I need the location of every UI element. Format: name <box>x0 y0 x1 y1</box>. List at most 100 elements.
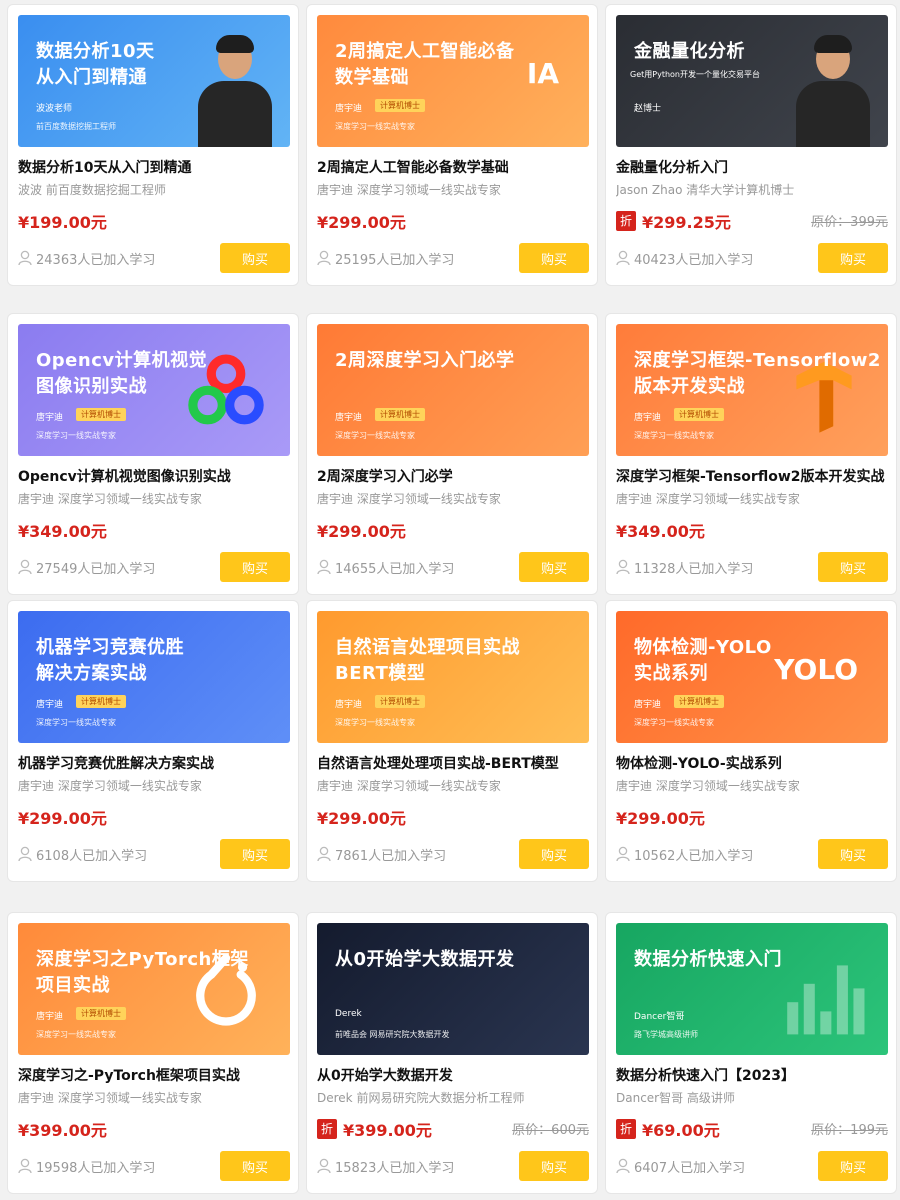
course-instructor: 唐宇迪 深度学习领域一线实战专家 <box>616 779 800 793</box>
buy-button[interactable]: 购买 <box>818 243 888 273</box>
course-price: ¥299.00元 <box>18 809 107 828</box>
thumbnail-title-line1: 2周搞定人工智能必备 <box>335 41 515 62</box>
course-title[interactable]: 2周深度学习入门必学 <box>317 466 589 486</box>
course-title[interactable]: Opencv计算机视觉图像识别实战 <box>18 466 290 486</box>
thumbnail-title-line1: 机器学习竞赛优胜 <box>36 637 184 658</box>
price-row: ¥349.00元 <box>18 518 290 541</box>
buy-button[interactable]: 购买 <box>220 243 290 273</box>
thumbnail-title-line1: 自然语言处理项目实战 <box>335 637 520 658</box>
course-title[interactable]: 机器学习竞赛优胜解决方案实战 <box>18 753 290 773</box>
learner-count: 6108人已加入学习 <box>36 849 148 864</box>
course-title[interactable]: 物体检测-YOLO-实战系列 <box>616 753 888 773</box>
course-card[interactable]: 自然语言处理项目实战 BERT模型 唐宇迪 计算机博士 深度学习一线实战专家 自然语言处理… <box>306 600 598 882</box>
thumbnail-title-line1: 物体检测-YOLO <box>634 637 772 658</box>
thumbnail-instructor-badge: 计算机博士 <box>76 695 126 708</box>
course-thumbnail[interactable]: 自然语言处理项目实战 BERT模型 唐宇迪 计算机博士 深度学习一线实战专家 <box>317 611 589 743</box>
buy-button[interactable]: 购买 <box>519 243 589 273</box>
course-thumbnail[interactable]: 2周深度学习入门必学 唐宇迪 计算机博士 深度学习一线实战专家 <box>317 324 589 456</box>
course-thumbnail[interactable]: 2周搞定人工智能必备 数学基础 唐宇迪 计算机博士 深度学习一线实战专家 IA <box>317 15 589 147</box>
course-title[interactable]: 深度学习框架-Tensorflow2版本开发实战 <box>616 466 888 486</box>
course-card[interactable]: 深度学习框架-Tensorflow2 版本开发实战 唐宇迪 计算机博士 深度学习一线实战… <box>605 313 897 595</box>
course-price: ¥399.00元 <box>343 1121 432 1140</box>
course-title[interactable]: 自然语言处理处理项目实战-BERT模型 <box>317 753 589 773</box>
thumbnail-instructor-desc: 前百度数据挖掘工程师 <box>36 122 116 131</box>
course-card[interactable]: 机器学习竞赛优胜 解决方案实战 唐宇迪 计算机博士 深度学习一线实战专家 机器学习竞赛优胜… <box>7 600 299 882</box>
thumbnail-instructor-badge: 计算机博士 <box>674 695 724 708</box>
thumbnail-instructor-badge: 计算机博士 <box>375 408 425 421</box>
buy-button[interactable]: 购买 <box>818 839 888 869</box>
course-card[interactable]: 物体检测-YOLO 实战系列 唐宇迪 计算机博士 深度学习一线实战专家 YOLO 物体检测-… <box>605 600 897 882</box>
learner-count: 25195人已加入学习 <box>335 253 455 268</box>
meta-row: 7861人已加入学习 购买 <box>317 839 589 869</box>
user-icon <box>317 559 331 575</box>
thumbnail-instructor-name: Derek <box>335 1009 362 1019</box>
learner-count: 27549人已加入学习 <box>36 562 156 577</box>
course-thumbnail[interactable]: 机器学习竞赛优胜 解决方案实战 唐宇迪 计算机博士 深度学习一线实战专家 <box>18 611 290 743</box>
course-price: ¥299.00元 <box>317 213 406 232</box>
course-card[interactable]: 深度学习之PyTorch框架 项目实战 唐宇迪 计算机博士 深度学习一线实战专家深度学习… <box>7 912 299 1194</box>
course-grid: 数据分析10天 从入门到精通 波波老师 前百度数据挖掘工程师数据分析10天从入门到精通… <box>0 0 900 1200</box>
course-thumbnail[interactable]: 数据分析10天 从入门到精通 波波老师 前百度数据挖掘工程师 <box>18 15 290 147</box>
course-title[interactable]: 深度学习之-PyTorch框架项目实战 <box>18 1065 290 1085</box>
meta-row: 15823人已加入学习 购买 <box>317 1151 589 1181</box>
price-row: ¥299.00元 <box>317 805 589 828</box>
buy-button[interactable]: 购买 <box>519 1151 589 1181</box>
thumbnail-title-line1: 深度学习框架-Tensorflow2 <box>634 350 881 371</box>
instructor-hair <box>216 35 254 53</box>
instructor-photo <box>792 29 872 147</box>
course-thumbnail[interactable]: 从0开始学大数据开发 Derek 前唯品会 网易研究院大数据开发 <box>317 923 589 1055</box>
discount-badge: 折 <box>616 1119 636 1139</box>
course-card[interactable]: Opencv计算机视觉 图像识别实战 唐宇迪 计算机博士 深度学习一线实战专家 Openc… <box>7 313 299 595</box>
course-title[interactable]: 金融量化分析入门 <box>616 157 888 177</box>
course-thumbnail[interactable]: Opencv计算机视觉 图像识别实战 唐宇迪 计算机博士 深度学习一线实战专家 <box>18 324 290 456</box>
meta-row: 6108人已加入学习 购买 <box>18 839 290 869</box>
course-title[interactable]: 从0开始学大数据开发 <box>317 1065 589 1085</box>
buy-button[interactable]: 购买 <box>519 552 589 582</box>
buy-button[interactable]: 购买 <box>519 839 589 869</box>
course-thumbnail[interactable]: 金融量化分析 Get用Python开发一个量化交易平台 赵博士 <box>616 15 888 147</box>
thumbnail-logo-text: IA <box>526 57 559 90</box>
course-thumbnail[interactable]: 深度学习框架-Tensorflow2 版本开发实战 唐宇迪 计算机博士 深度学习一线实战… <box>616 324 888 456</box>
course-instructor: 唐宇迪 深度学习领域一线实战专家 <box>18 1091 202 1105</box>
thumbnail-title-line1: 2周深度学习入门必学 <box>335 350 515 371</box>
course-title[interactable]: 数据分析10天从入门到精通 <box>18 157 290 177</box>
price-row: ¥299.00元 <box>317 209 589 232</box>
course-thumbnail[interactable]: 物体检测-YOLO 实战系列 唐宇迪 计算机博士 深度学习一线实战专家 YOLO <box>616 611 888 743</box>
course-card[interactable]: 2周深度学习入门必学 唐宇迪 计算机博士 深度学习一线实战专家 2周深度学习入门必学 唐宇… <box>306 313 598 595</box>
thumbnail-instructor-name: 唐宇迪 <box>36 700 64 710</box>
course-thumbnail[interactable]: 深度学习之PyTorch框架 项目实战 唐宇迪 计算机博士 深度学习一线实战专家 <box>18 923 290 1055</box>
learner-count: 10562人已加入学习 <box>634 849 754 864</box>
learner-count: 14655人已加入学习 <box>335 562 455 577</box>
thumbnail-title-line1: 金融量化分析 <box>634 41 745 62</box>
course-card[interactable]: 数据分析10天 从入门到精通 波波老师 前百度数据挖掘工程师数据分析10天从入门到精通… <box>7 4 299 286</box>
course-title[interactable]: 2周搞定人工智能必备数学基础 <box>317 157 589 177</box>
thumbnail-logo-text: YOLO <box>774 653 858 686</box>
buy-button[interactable]: 购买 <box>818 552 888 582</box>
course-thumbnail[interactable]: 数据分析快速入门 Dancer智哥 路飞学城高级讲师 <box>616 923 888 1055</box>
course-price: ¥349.00元 <box>18 522 107 541</box>
buy-button[interactable]: 购买 <box>220 839 290 869</box>
course-instructor: 唐宇迪 深度学习领域一线实战专家 <box>317 492 501 506</box>
buy-button[interactable]: 购买 <box>220 552 290 582</box>
user-icon <box>616 250 630 266</box>
course-card[interactable]: 从0开始学大数据开发 Derek 前唯品会 网易研究院大数据开发从0开始学大数据开发… <box>306 912 598 1194</box>
thumbnail-title-line2: 项目实战 <box>36 975 110 996</box>
thumbnail-title-line2: 数学基础 <box>335 67 409 88</box>
thumbnail-title-line2: BERT模型 <box>335 663 426 684</box>
original-price: 原价：600元 <box>512 1123 589 1138</box>
price-row: ¥349.00元 <box>616 518 888 541</box>
course-card[interactable]: 数据分析快速入门 Dancer智哥 路飞学城高级讲师数据分析快速入门【2023】 Da… <box>605 912 897 1194</box>
course-instructor: Derek 前网易研究院大数据分析工程师 <box>317 1091 525 1105</box>
buy-button[interactable]: 购买 <box>220 1151 290 1181</box>
thumbnail-instructor-name: 唐宇迪 <box>335 413 363 423</box>
price-row: 折 ¥69.00元 原价：199元 <box>616 1117 888 1140</box>
buy-button[interactable]: 购买 <box>818 1151 888 1181</box>
course-card[interactable]: 2周搞定人工智能必备 数学基础 唐宇迪 计算机博士 深度学习一线实战专家 IA 2周搞定人工… <box>306 4 598 286</box>
thumbnail-instructor-desc: 深度学习一线实战专家 <box>634 718 714 727</box>
instructor-body <box>198 81 272 147</box>
user-icon <box>18 846 32 862</box>
course-title[interactable]: 数据分析快速入门【2023】 <box>616 1065 888 1085</box>
course-card[interactable]: 金融量化分析 Get用Python开发一个量化交易平台 赵博士 金融量化分析入门 Jas… <box>605 4 897 286</box>
thumbnail-instructor-badge: 计算机博士 <box>76 408 126 421</box>
thumbnail-instructor-name: Dancer智哥 <box>634 1012 685 1022</box>
